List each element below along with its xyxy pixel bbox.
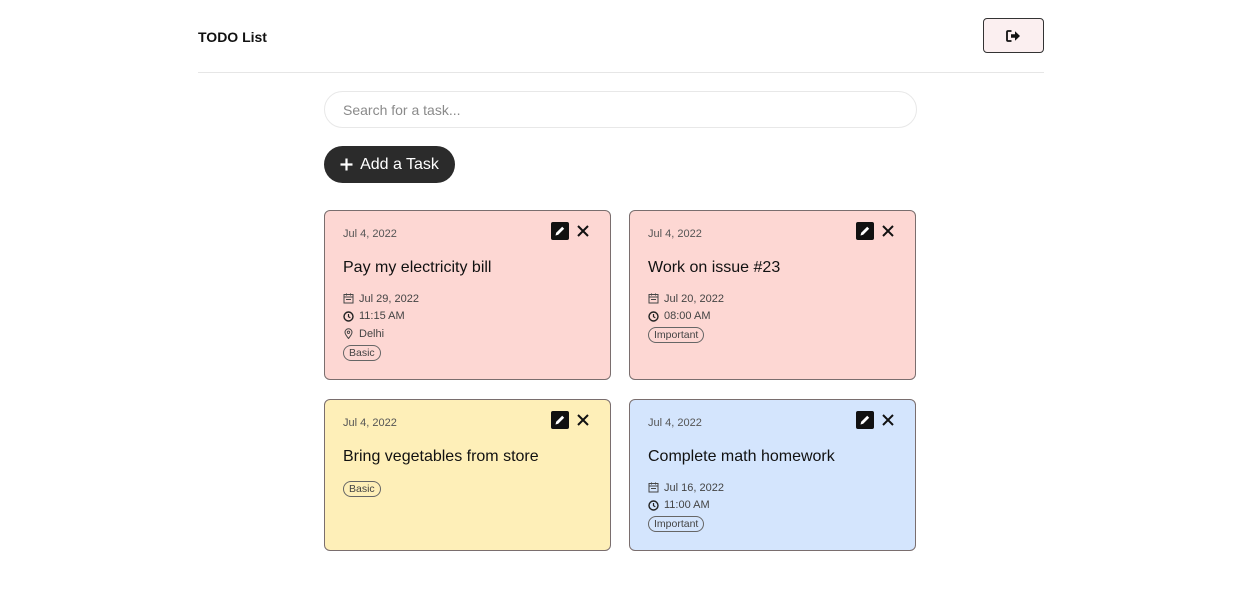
task-card[interactable]: Jul 4, 2022 Pay my electricity bill Jul … xyxy=(324,210,611,380)
task-created-date: Jul 4, 2022 xyxy=(343,417,397,429)
edit-icon[interactable] xyxy=(856,411,874,429)
task-due-date: Jul 29, 2022 xyxy=(359,292,419,305)
close-icon[interactable] xyxy=(577,225,589,237)
task-time: 08:00 AM xyxy=(664,310,711,323)
task-tag: Important xyxy=(648,516,705,532)
edit-icon[interactable] xyxy=(551,411,569,429)
task-title: Complete math homework xyxy=(648,448,835,465)
clock-icon xyxy=(343,311,354,322)
clock-icon xyxy=(648,311,659,322)
calendar-icon xyxy=(343,293,354,304)
task-due-date: Jul 20, 2022 xyxy=(664,292,724,305)
location-pin-icon xyxy=(344,328,353,340)
task-created-date: Jul 4, 2022 xyxy=(648,417,702,429)
plus-icon xyxy=(340,158,353,171)
sign-out-icon xyxy=(1006,29,1020,42)
task-card[interactable]: Jul 4, 2022 Work on issue #23 Jul 20, 20… xyxy=(629,210,916,380)
task-tag: Basic xyxy=(343,481,381,497)
task-due-date: Jul 16, 2022 xyxy=(664,481,724,494)
search-input[interactable] xyxy=(324,91,917,128)
close-icon[interactable] xyxy=(882,414,894,426)
task-card[interactable]: Jul 4, 2022 Bring vegetables from store … xyxy=(324,399,611,551)
calendar-icon xyxy=(648,293,659,304)
add-task-label: Add a Task xyxy=(360,155,439,173)
task-card[interactable]: Jul 4, 2022 Complete math homework Jul 1… xyxy=(629,399,916,551)
task-title: Pay my electricity bill xyxy=(343,259,492,276)
logout-button[interactable] xyxy=(983,18,1044,53)
edit-icon[interactable] xyxy=(551,222,569,240)
calendar-icon xyxy=(648,482,659,493)
clock-icon xyxy=(648,500,659,511)
close-icon[interactable] xyxy=(882,225,894,237)
task-time: 11:15 AM xyxy=(359,310,405,323)
task-tag: Important xyxy=(648,327,705,343)
task-created-date: Jul 4, 2022 xyxy=(648,228,702,240)
edit-icon[interactable] xyxy=(856,222,874,240)
task-title: Work on issue #23 xyxy=(648,259,781,276)
task-title: Bring vegetables from store xyxy=(343,448,539,465)
add-task-button[interactable]: Add a Task xyxy=(324,146,455,183)
task-location: Delhi xyxy=(359,327,385,340)
header: TODO List xyxy=(198,0,1044,73)
task-created-date: Jul 4, 2022 xyxy=(343,228,397,240)
task-time: 11:00 AM xyxy=(664,499,710,512)
app-title: TODO List xyxy=(198,29,267,45)
close-icon[interactable] xyxy=(577,414,589,426)
task-tag: Basic xyxy=(343,344,381,361)
